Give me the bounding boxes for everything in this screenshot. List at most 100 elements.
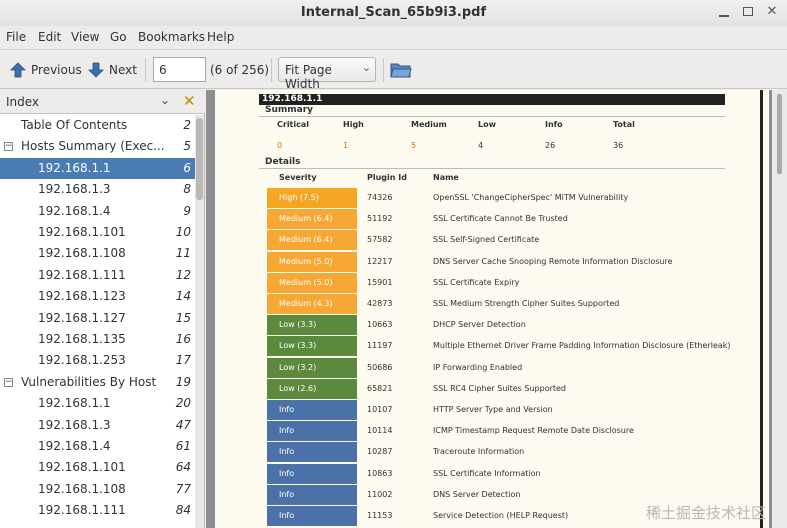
index-item[interactable]: 192.168.1.4 9 (0, 201, 195, 222)
table-row: Low (3.3) 11197 Multiple Ethernet Driver F… (267, 336, 767, 357)
plugin-id: 42873 (367, 299, 393, 308)
zoom-value: Fit Page Width (285, 63, 332, 91)
index-item[interactable]: 192.168.1.101 64 (0, 457, 195, 478)
index-item-page: 61 (175, 439, 191, 453)
previous-button[interactable]: Previous (10, 59, 82, 81)
sidebar-scrollbar[interactable] (195, 115, 204, 528)
vulnerability-name: Multiple Ethernet Driver Frame Padding I… (433, 341, 731, 351)
severity-badge: High (7.5) (267, 188, 357, 208)
plugin-id: 74326 (367, 193, 393, 202)
index-item[interactable]: 192.168.1.1 6 (0, 157, 195, 179)
index-item-page: 17 (175, 353, 191, 368)
summary-title: Summary (265, 105, 314, 115)
summary-label: Info (545, 120, 563, 129)
table-row: Info 10114 ICMP Timestamp Request Remote D… (267, 421, 767, 442)
index-item[interactable]: 192.168.1.127 15 (0, 308, 195, 329)
minimize-icon (719, 15, 729, 17)
index-item[interactable]: 192.168.1.253 17 (0, 350, 195, 371)
plugin-id: 51192 (367, 214, 393, 224)
next-button[interactable]: Next (88, 59, 137, 81)
previous-label: Previous (31, 63, 82, 77)
collapse-icon[interactable]: − (4, 142, 13, 152)
index-item[interactable]: Table Of Contents 2 (0, 115, 195, 136)
index-item[interactable]: 192.168.1.111 84 (0, 500, 195, 521)
chevron-down-icon[interactable]: ⌄ (160, 93, 170, 107)
table-row: Info 10863 SSL Certificate Information (267, 463, 767, 484)
toolbar-separator (383, 58, 384, 82)
summary-value: 1 (343, 141, 349, 150)
column-header-name: Name (433, 173, 459, 182)
plugin-id: 10863 (367, 468, 393, 478)
index-item[interactable]: 192.168.1.101 10 (0, 222, 195, 243)
collapse-icon[interactable]: − (4, 377, 13, 387)
table-row: Medium (6.4) 57582 SSL Self-Signed Certifi… (267, 230, 767, 251)
index-item[interactable]: 192.168.1.1 20 (0, 393, 195, 414)
summary-value: 4 (478, 141, 484, 150)
menu-bookmarks[interactable]: Bookmarks (138, 30, 205, 44)
close-button[interactable]: ✕ (764, 4, 780, 20)
maximize-button[interactable] (740, 4, 756, 20)
index-item-label: 192.168.1.3 (38, 417, 111, 432)
vulnerability-name: OpenSSL 'ChangeCipherSpec' MiTM Vulnerab… (433, 193, 629, 202)
index-item-label: 192.168.1.111 (38, 503, 126, 518)
index-item-label: 192.168.1.1 (38, 396, 111, 411)
vulnerability-name: IP Forwarding Enabled (433, 362, 523, 372)
sidebar-mode-label[interactable]: Index (6, 95, 39, 109)
close-sidebar-icon[interactable]: ✕ (183, 92, 196, 110)
vulnerability-name: SSL Certificate Information (433, 468, 541, 478)
index-item-page: 8 (183, 182, 191, 197)
menu-help[interactable]: Help (207, 30, 234, 44)
index-item[interactable]: 192.168.1.123 14 (0, 286, 195, 307)
severity-badge: Info (267, 463, 357, 484)
index-item-page: 5 (183, 139, 191, 154)
folder-open-icon[interactable] (390, 61, 412, 79)
document-scrollbar[interactable] (772, 90, 787, 528)
scrollbar-thumb[interactable] (196, 118, 203, 200)
index-item[interactable]: − Hosts Summary (Exec... 5 (0, 136, 195, 157)
index-item-label: 192.168.1.1 (38, 160, 111, 175)
scrollbar-thumb[interactable] (777, 94, 782, 174)
index-item[interactable]: 192.168.1.4 61 (0, 436, 195, 457)
summary-label: Low (478, 120, 496, 129)
vulnerability-name: SSL Medium Strength Cipher Suites Suppor… (433, 299, 620, 308)
index-item[interactable]: − Vulnerabilities By Host 19 (0, 372, 195, 393)
minimize-button[interactable] (716, 4, 732, 20)
vulnerability-name: ICMP Timestamp Request Remote Date Discl… (433, 426, 634, 436)
index-item-page: 14 (175, 289, 191, 304)
index-item-page: 77 (175, 481, 191, 496)
chevron-down-icon: ⌄ (361, 61, 371, 74)
index-item-label: 192.168.1.253 (38, 353, 126, 368)
severity-badge: Low (3.2) (267, 357, 357, 378)
index-item[interactable]: 192.168.1.108 77 (0, 479, 195, 500)
menu-view[interactable]: View (71, 30, 99, 44)
index-item[interactable]: 192.168.1.111 12 (0, 265, 195, 286)
summary-value: 26 (545, 141, 556, 150)
menu-file[interactable]: File (6, 30, 26, 44)
host-header: 192.168.1.1 (259, 94, 725, 105)
index-item-label: 192.168.1.108 (38, 246, 126, 261)
page-number-input[interactable] (153, 57, 206, 82)
index-item[interactable]: 192.168.1.3 8 (0, 179, 195, 200)
vulnerability-name: SSL RC4 Cipher Suites Supported (433, 383, 567, 393)
toolbar-separator (271, 58, 272, 82)
index-item-page: 10 (175, 225, 191, 239)
index-item[interactable]: 192.168.1.108 11 (0, 243, 195, 264)
index-item[interactable]: 192.168.1.3 47 (0, 415, 195, 436)
index-item-label: 192.168.1.135 (38, 332, 126, 346)
document-view[interactable]: 192.168.1.1 Summary Critical 0 High 1 Medium… (206, 90, 787, 528)
table-row: Medium (6.4) 51192 SSL Certificate Cannot … (267, 209, 767, 230)
index-item-label: 192.168.1.123 (38, 289, 126, 304)
plugin-id: 11002 (367, 489, 393, 499)
vulnerability-name: DNS Server Detection (433, 489, 521, 499)
menu-edit[interactable]: Edit (38, 30, 61, 44)
menu-go[interactable]: Go (110, 30, 127, 44)
zoom-select[interactable]: Fit Page Width ⌄ (278, 57, 376, 91)
index-item[interactable]: 192.168.1.135 16 (0, 329, 195, 350)
severity-badge: Medium (6.4) (267, 230, 357, 251)
index-item-label: Hosts Summary (Exec... (21, 139, 165, 154)
watermark: 稀土掘金技术社区 (646, 504, 767, 522)
vulnerability-name: HTTP Server Type and Version (433, 405, 553, 414)
index-item-label: Table Of Contents (21, 118, 128, 132)
next-label: Next (109, 63, 137, 77)
vulnerability-name: DHCP Server Detection (433, 320, 526, 330)
